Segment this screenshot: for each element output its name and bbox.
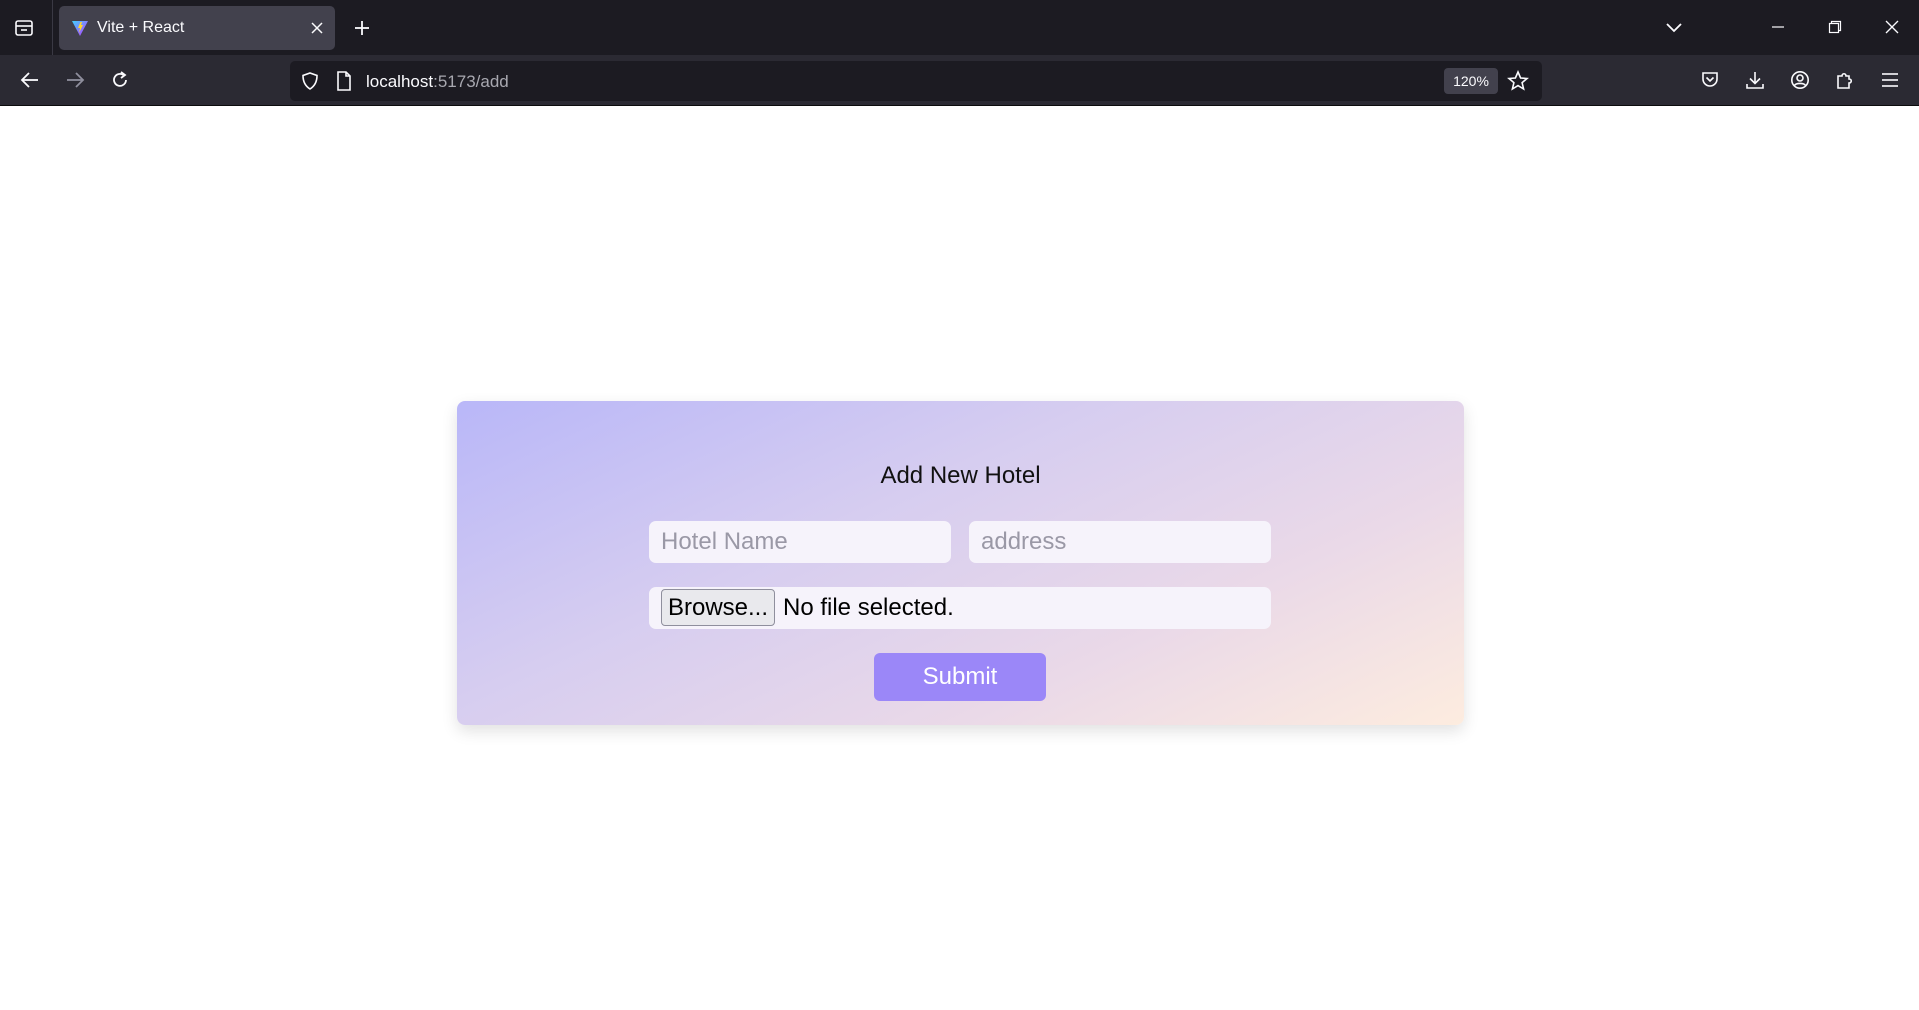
url-host: localhost bbox=[366, 72, 434, 91]
tab-divider bbox=[52, 0, 53, 55]
file-status-text: No file selected. bbox=[783, 594, 954, 621]
hotel-name-input[interactable] bbox=[649, 521, 951, 563]
arrow-right-icon bbox=[67, 72, 85, 88]
tab-bar: Vite + React bbox=[0, 0, 1919, 55]
bookmark-button[interactable] bbox=[1506, 69, 1530, 93]
firefox-view-icon bbox=[15, 20, 33, 36]
zoom-reset-button[interactable]: 120% bbox=[1444, 68, 1498, 94]
form-title: Add New Hotel bbox=[880, 462, 1041, 489]
forward-button[interactable] bbox=[59, 64, 91, 96]
extensions-button[interactable] bbox=[1829, 64, 1861, 96]
plus-icon bbox=[355, 21, 369, 35]
back-button[interactable] bbox=[14, 64, 46, 96]
url-text[interactable]: localhost:5173/add bbox=[366, 72, 509, 92]
restore-icon bbox=[1828, 20, 1842, 34]
add-hotel-form: Add New Hotel Browse... No file selected… bbox=[457, 401, 1464, 725]
restore-button[interactable] bbox=[1815, 9, 1855, 45]
hamburger-menu-icon bbox=[1882, 73, 1898, 87]
minimize-button[interactable] bbox=[1758, 9, 1798, 45]
reload-icon bbox=[113, 71, 127, 87]
navigation-toolbar: localhost:5173/add 120% bbox=[0, 55, 1919, 106]
tracking-protection-button[interactable] bbox=[298, 69, 322, 93]
minimize-icon bbox=[1772, 26, 1784, 28]
close-icon bbox=[1885, 20, 1899, 34]
pocket-button[interactable] bbox=[1694, 64, 1726, 96]
new-tab-button[interactable] bbox=[348, 14, 376, 42]
browse-button[interactable]: Browse... bbox=[661, 589, 775, 626]
list-all-tabs-button[interactable] bbox=[1660, 14, 1688, 42]
download-icon bbox=[1746, 72, 1764, 89]
chevron-down-icon bbox=[1666, 23, 1682, 33]
firefox-view-button[interactable] bbox=[10, 14, 38, 42]
page-icon bbox=[337, 71, 351, 91]
site-info-button[interactable] bbox=[332, 69, 356, 93]
tab-active[interactable]: Vite + React bbox=[59, 6, 335, 50]
arrow-left-icon bbox=[20, 72, 38, 88]
url-path: :5173/add bbox=[433, 72, 509, 91]
pocket-icon bbox=[1702, 72, 1718, 87]
account-button[interactable] bbox=[1784, 64, 1816, 96]
vite-favicon-icon bbox=[72, 21, 88, 36]
image-file-input[interactable]: Browse... No file selected. bbox=[649, 587, 1271, 629]
reload-button[interactable] bbox=[104, 64, 136, 96]
star-icon bbox=[1507, 70, 1529, 91]
tab-title: Vite + React bbox=[97, 19, 185, 36]
account-icon bbox=[1791, 71, 1809, 89]
app-menu-button[interactable] bbox=[1874, 64, 1906, 96]
shield-icon bbox=[302, 72, 318, 90]
address-input[interactable] bbox=[969, 521, 1271, 563]
puzzle-icon bbox=[1837, 72, 1853, 89]
downloads-button[interactable] bbox=[1739, 64, 1771, 96]
submit-button[interactable]: Submit bbox=[874, 653, 1046, 701]
tab-close-button[interactable] bbox=[305, 16, 329, 40]
url-bar[interactable]: localhost:5173/add 120% bbox=[290, 61, 1542, 101]
close-window-button[interactable] bbox=[1872, 9, 1912, 45]
close-icon bbox=[311, 22, 323, 34]
